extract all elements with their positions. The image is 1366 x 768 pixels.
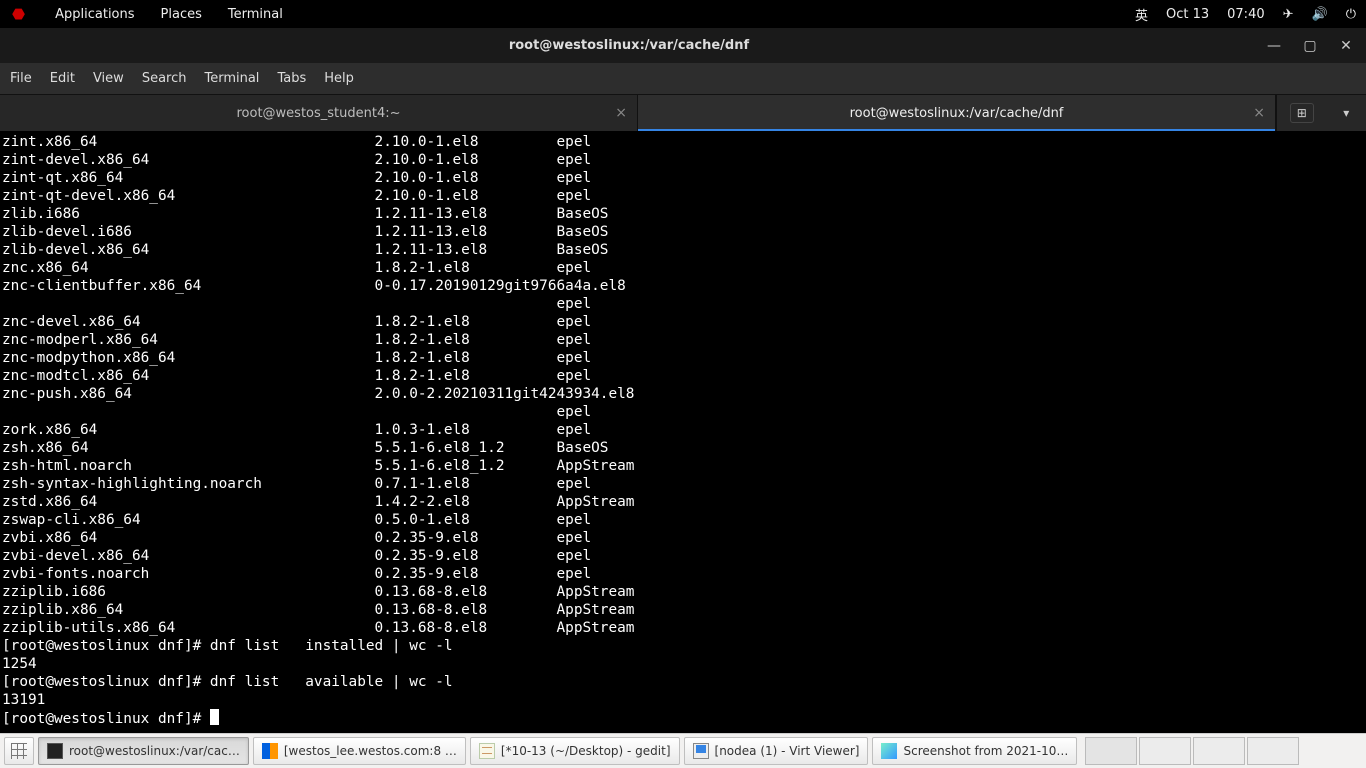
terminal-tab[interactable]: root@westoslinux:/var/cache/dnf × bbox=[638, 95, 1276, 131]
tab-close-icon[interactable]: × bbox=[615, 105, 627, 121]
menu-view[interactable]: View bbox=[93, 71, 124, 86]
menu-help[interactable]: Help bbox=[324, 71, 354, 86]
time-label[interactable]: 07:40 bbox=[1225, 5, 1266, 24]
tab-label: root@westos_student4:~ bbox=[236, 106, 400, 121]
taskbar-app-button[interactable]: [*10-13 (~/Desktop) - gedit] bbox=[470, 737, 680, 765]
places-menu[interactable]: Places bbox=[157, 5, 206, 24]
workspace-3[interactable] bbox=[1193, 737, 1245, 765]
img-icon bbox=[881, 743, 897, 759]
tab-label: root@westoslinux:/var/cache/dnf bbox=[850, 106, 1064, 121]
maximize-button[interactable]: ▢ bbox=[1300, 36, 1320, 56]
gnome-top-panel: ⬣ Applications Places Terminal 英 Oct 13 … bbox=[0, 0, 1366, 28]
minimize-button[interactable]: — bbox=[1264, 36, 1284, 56]
terminal-menu[interactable]: Terminal bbox=[224, 5, 287, 24]
new-tab-button[interactable]: ⊞ bbox=[1290, 103, 1314, 123]
taskbar-app-button[interactable]: [nodea (1) - Virt Viewer] bbox=[684, 737, 869, 765]
menu-search[interactable]: Search bbox=[142, 71, 187, 86]
ime-indicator[interactable]: 英 bbox=[1133, 3, 1150, 26]
volume-icon[interactable]: 🔊 bbox=[1310, 5, 1330, 24]
workspace-pager[interactable] bbox=[1085, 737, 1299, 765]
workspace-overview-button[interactable] bbox=[4, 737, 34, 765]
applications-menu[interactable]: Applications bbox=[51, 5, 138, 24]
airplane-icon[interactable]: ✈ bbox=[1281, 5, 1296, 24]
taskbar-app-label: root@westoslinux:/var/cac… bbox=[69, 744, 240, 758]
redhat-logo-icon: ⬣ bbox=[8, 3, 29, 25]
tab-close-icon[interactable]: × bbox=[1253, 105, 1265, 121]
terminal-output[interactable]: zint.x86_64 2.10.0-1.el8 epel zint-devel… bbox=[0, 131, 1366, 733]
ff-icon bbox=[262, 743, 278, 759]
tab-options-button[interactable]: ▾ bbox=[1339, 106, 1353, 120]
taskbar-app-button[interactable]: root@westoslinux:/var/cac… bbox=[38, 737, 249, 765]
terminal-menubar: File Edit View Search Terminal Tabs Help bbox=[0, 63, 1366, 95]
terminal-tabbar: root@westos_student4:~×root@westoslinux:… bbox=[0, 95, 1366, 131]
date-label[interactable]: Oct 13 bbox=[1164, 5, 1211, 24]
close-button[interactable]: ✕ bbox=[1336, 36, 1356, 56]
taskbar-app-label: [nodea (1) - Virt Viewer] bbox=[715, 744, 860, 758]
taskbar-app-label: [*10-13 (~/Desktop) - gedit] bbox=[501, 744, 671, 758]
workspace-1[interactable] bbox=[1085, 737, 1137, 765]
workspace-2[interactable] bbox=[1139, 737, 1191, 765]
terminal-tab[interactable]: root@westos_student4:~ × bbox=[0, 95, 638, 131]
vm-icon bbox=[693, 743, 709, 759]
power-icon[interactable]: ⏻ bbox=[1344, 5, 1358, 24]
menu-tabs[interactable]: Tabs bbox=[277, 71, 306, 86]
menu-edit[interactable]: Edit bbox=[50, 71, 75, 86]
taskbar-app-label: Screenshot from 2021-10… bbox=[903, 744, 1068, 758]
window-titlebar: root@westoslinux:/var/cache/dnf — ▢ ✕ bbox=[0, 28, 1366, 63]
bottom-taskbar: root@westoslinux:/var/cac… [westos_lee.we… bbox=[0, 733, 1366, 768]
menu-file[interactable]: File bbox=[10, 71, 32, 86]
taskbar-app-button[interactable]: Screenshot from 2021-10… bbox=[872, 737, 1077, 765]
window-title: root@westoslinux:/var/cache/dnf bbox=[10, 38, 1248, 53]
terminal-cursor bbox=[210, 709, 219, 725]
taskbar-app-label: [westos_lee.westos.com:8 … bbox=[284, 744, 457, 758]
gedit-icon bbox=[479, 743, 495, 759]
workspace-4[interactable] bbox=[1247, 737, 1299, 765]
taskbar-app-button[interactable]: [westos_lee.westos.com:8 … bbox=[253, 737, 466, 765]
menu-terminal[interactable]: Terminal bbox=[204, 71, 259, 86]
term-icon bbox=[47, 743, 63, 759]
